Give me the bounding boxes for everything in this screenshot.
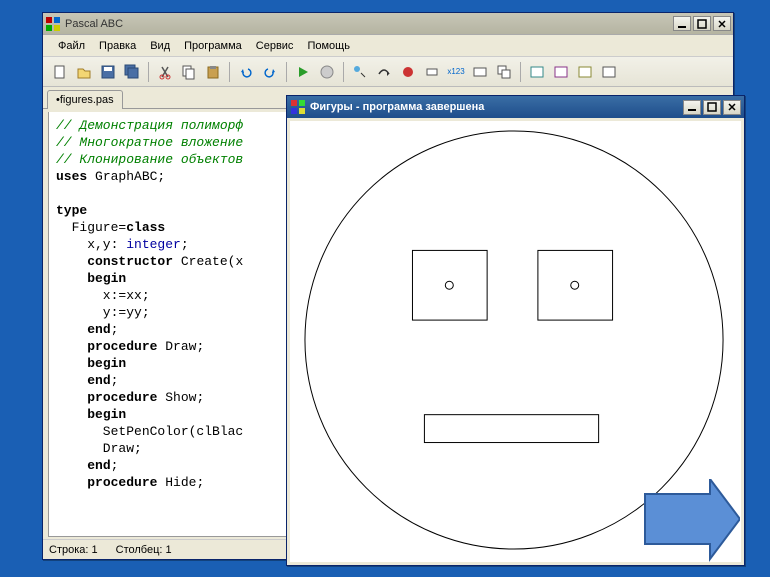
- mouth-rectangle: [424, 415, 598, 443]
- code-keyword: procedure: [87, 390, 157, 405]
- variables-icon[interactable]: x123: [445, 61, 467, 83]
- separator: [229, 62, 230, 82]
- code-keyword: type: [56, 203, 87, 218]
- maximize-button[interactable]: [693, 16, 711, 31]
- new-icon[interactable]: [49, 61, 71, 83]
- step-over-icon[interactable]: [373, 61, 395, 83]
- code-keyword: procedure: [87, 475, 157, 490]
- code-text: Hide;: [157, 475, 204, 490]
- gfx-maximize-button[interactable]: [703, 100, 721, 115]
- code-keyword: end: [87, 322, 110, 337]
- graphics-output-window: Фигуры - программа завершена: [286, 95, 745, 566]
- app-icon: [45, 16, 61, 32]
- separator: [148, 62, 149, 82]
- status-line-value: 1: [92, 544, 98, 556]
- code-text: ;: [111, 458, 119, 473]
- gfx-titlebar[interactable]: Фигуры - программа завершена: [287, 96, 744, 118]
- open-icon[interactable]: [73, 61, 95, 83]
- watch-icon[interactable]: [421, 61, 443, 83]
- menu-help[interactable]: Помощь: [300, 38, 357, 54]
- code-text: ;: [111, 322, 119, 337]
- window-controls: [673, 16, 731, 31]
- arrow-cursor-icon: [620, 479, 740, 569]
- graphics-canvas: [290, 121, 741, 562]
- code-keyword: begin: [87, 271, 126, 286]
- menubar: Файл Правка Вид Программа Сервис Помощь: [43, 35, 733, 57]
- copy-icon[interactable]: [178, 61, 200, 83]
- gfx-title: Фигуры - программа завершена: [310, 101, 683, 113]
- menu-edit[interactable]: Правка: [92, 38, 143, 54]
- status-col-value: 1: [166, 544, 172, 556]
- status-col: Столбец: 1: [116, 544, 172, 556]
- eval-icon[interactable]: [469, 61, 491, 83]
- code-keyword: uses: [56, 169, 87, 184]
- breakpoint-icon[interactable]: [397, 61, 419, 83]
- save-icon[interactable]: [97, 61, 119, 83]
- run-icon[interactable]: [292, 61, 314, 83]
- code-keyword: end: [87, 458, 110, 473]
- right-eye-square: [538, 250, 613, 320]
- code-text: ;: [111, 373, 119, 388]
- code-keyword: begin: [87, 407, 126, 422]
- right-eye-pupil: [571, 281, 579, 289]
- win-cascade-icon[interactable]: [493, 61, 515, 83]
- code-text: [56, 254, 87, 269]
- cut-icon[interactable]: [154, 61, 176, 83]
- code-text: Show;: [157, 390, 204, 405]
- separator: [520, 62, 521, 82]
- code-keyword: class: [126, 220, 165, 235]
- code-text: x:=xx;: [56, 288, 150, 303]
- paste-icon[interactable]: [202, 61, 224, 83]
- saveall-icon[interactable]: [121, 61, 143, 83]
- separator: [286, 62, 287, 82]
- file-tab[interactable]: •figures.pas: [47, 90, 123, 109]
- left-eye-pupil: [445, 281, 453, 289]
- separator: [343, 62, 344, 82]
- code-text: GraphABC;: [87, 169, 165, 184]
- tool1-icon[interactable]: [574, 61, 596, 83]
- code-text: Create(x: [173, 254, 243, 269]
- tool2-icon[interactable]: [598, 61, 620, 83]
- code-comment: // Клонирование объектов: [56, 152, 243, 167]
- code-keyword: end: [87, 373, 110, 388]
- left-eye-square: [412, 250, 487, 320]
- output-icon[interactable]: [526, 61, 548, 83]
- gfx-close-button[interactable]: [723, 100, 741, 115]
- gfx-window-controls: [683, 100, 741, 115]
- code-comment: // Многократное вложение: [56, 135, 243, 150]
- ide-title: Pascal ABC: [65, 18, 673, 30]
- ide-titlebar[interactable]: Pascal ABC: [43, 13, 733, 35]
- code-text: y:=yy;: [56, 305, 150, 320]
- code-type: integer: [126, 237, 181, 252]
- code-text: Draw;: [157, 339, 204, 354]
- code-text: Draw;: [56, 441, 142, 456]
- menu-view[interactable]: Вид: [143, 38, 177, 54]
- code-text: Figure=: [56, 220, 126, 235]
- code-keyword: constructor: [87, 254, 173, 269]
- code-keyword: begin: [87, 356, 126, 371]
- redo-icon[interactable]: [259, 61, 281, 83]
- code-text: ;: [181, 237, 189, 252]
- code-text: SetPenColor(clBlac: [56, 424, 243, 439]
- stop-icon[interactable]: [316, 61, 338, 83]
- code-keyword: procedure: [87, 339, 157, 354]
- menu-file[interactable]: Файл: [51, 38, 92, 54]
- menu-program[interactable]: Программа: [177, 38, 249, 54]
- minimize-button[interactable]: [673, 16, 691, 31]
- status-line-label: Строка:: [49, 544, 88, 556]
- code-text: x,y:: [56, 237, 126, 252]
- gfx-app-icon: [290, 99, 306, 115]
- undo-icon[interactable]: [235, 61, 257, 83]
- status-col-label: Столбец:: [116, 544, 163, 556]
- toolbar: x123: [43, 57, 733, 87]
- step-into-icon[interactable]: [349, 61, 371, 83]
- messages-icon[interactable]: [550, 61, 572, 83]
- menu-service[interactable]: Сервис: [249, 38, 301, 54]
- gfx-minimize-button[interactable]: [683, 100, 701, 115]
- close-button[interactable]: [713, 16, 731, 31]
- status-line: Строка: 1: [49, 544, 98, 556]
- code-comment: // Демонстрация полиморф: [56, 118, 243, 133]
